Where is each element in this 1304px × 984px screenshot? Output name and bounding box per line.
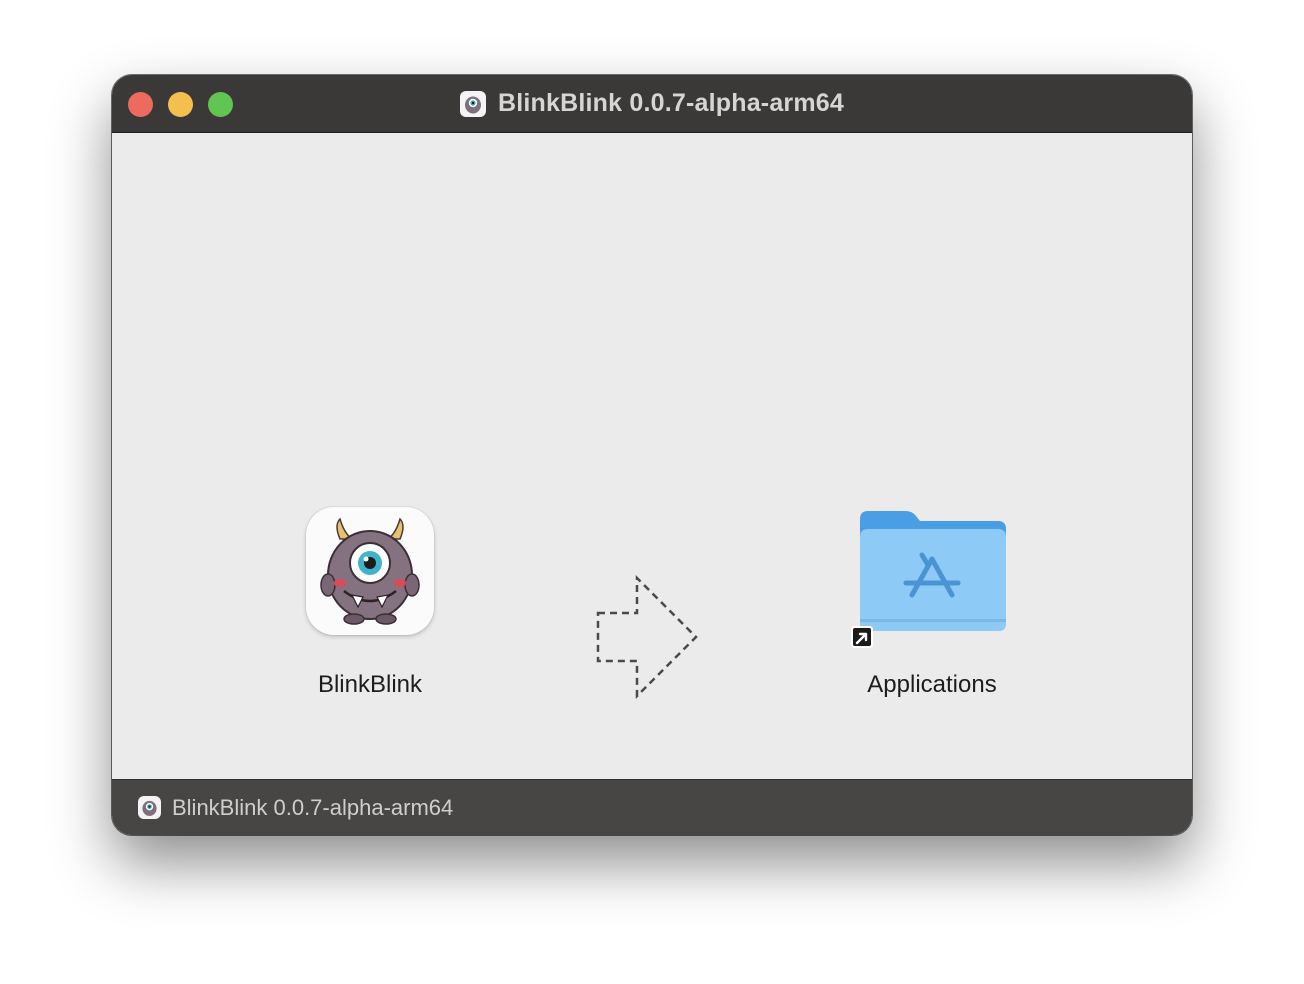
title-bar[interactable]: BlinkBlink 0.0.7-alpha-arm64	[112, 75, 1192, 133]
disk-image-icon	[138, 796, 161, 819]
applications-folder-item[interactable]: Applications	[832, 507, 1032, 699]
footer-bar: BlinkBlink 0.0.7-alpha-arm64	[112, 779, 1192, 835]
monster-app-icon[interactable]	[306, 507, 434, 635]
close-button[interactable]	[128, 92, 153, 117]
alias-arrow-icon	[851, 626, 873, 648]
dashed-right-arrow-icon	[596, 574, 700, 700]
volume-name-text: BlinkBlink 0.0.7-alpha-arm64	[172, 794, 454, 820]
blinkblink-app-label: BlinkBlink	[317, 671, 423, 698]
monster-icon	[459, 90, 486, 117]
blinkblink-app-item[interactable]: BlinkBlink	[288, 507, 452, 699]
content-area: BlinkBlink Applications	[112, 133, 1192, 779]
screen: BlinkBlink 0.0.7-alpha-arm64 BlinkBlink …	[0, 0, 1304, 984]
window-title-text: BlinkBlink 0.0.7-alpha-arm64	[497, 89, 844, 117]
applications-folder-icon[interactable]	[851, 507, 1008, 648]
applications-folder-label: Applications	[867, 671, 997, 698]
minimize-button[interactable]	[168, 92, 193, 117]
zoom-button[interactable]	[208, 92, 233, 117]
dmg-installer-window: BlinkBlink 0.0.7-alpha-arm64 BlinkBlink …	[112, 75, 1192, 835]
window-title: BlinkBlink 0.0.7-alpha-arm64	[112, 75, 1192, 132]
